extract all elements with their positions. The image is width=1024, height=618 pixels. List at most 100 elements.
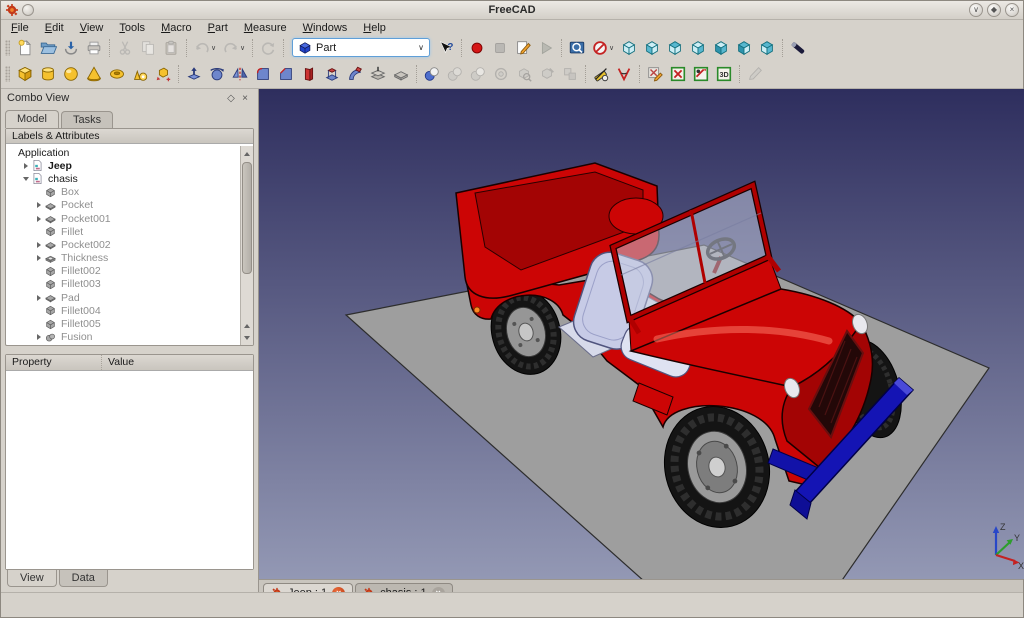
menu-part[interactable]: Part	[208, 22, 228, 34]
expander-closed-icon[interactable]	[21, 163, 31, 169]
workbench-selector[interactable]: Part∨	[292, 38, 430, 57]
toolbar-separator	[461, 39, 462, 57]
tree-item-chasis[interactable]: chasis	[8, 172, 240, 185]
minimize-button[interactable]: ∨	[969, 3, 983, 17]
menu-macro[interactable]: Macro	[161, 22, 192, 34]
loft-button[interactable]	[321, 64, 343, 85]
mirror-button[interactable]	[229, 64, 251, 85]
measure-toggle-3d-button[interactable]: 3D	[713, 64, 735, 85]
measure-refresh-button[interactable]	[644, 64, 666, 85]
chevron-down-icon[interactable]: ∨	[609, 44, 617, 52]
tree-item-label: Pocket002	[61, 239, 111, 251]
macro-record-icon	[468, 39, 486, 57]
part-torus-button[interactable]	[106, 64, 128, 85]
view-axonometric-button[interactable]	[618, 37, 640, 58]
expander-closed-icon[interactable]	[34, 295, 44, 301]
tree-item-application[interactable]: Application	[8, 146, 240, 159]
measure-toggle-all-button[interactable]	[690, 64, 712, 85]
fillet-button[interactable]	[252, 64, 274, 85]
tree-item-fusion[interactable]: Fusion	[8, 331, 240, 344]
scroll-up2-icon[interactable]	[241, 320, 253, 332]
tree-item-fillet002[interactable]: Fillet002	[8, 265, 240, 278]
sweep-button[interactable]	[344, 64, 366, 85]
expander-open-icon[interactable]	[21, 177, 31, 181]
part-cylinder-button[interactable]	[37, 64, 59, 85]
expander-closed-icon[interactable]	[34, 242, 44, 248]
menu-windows[interactable]: Windows	[303, 22, 348, 34]
extrude-button[interactable]	[183, 64, 205, 85]
macro-edit-button[interactable]	[512, 37, 534, 58]
view-rear-button[interactable]	[710, 37, 732, 58]
expander-closed-icon[interactable]	[34, 216, 44, 222]
tree-item-pad[interactable]: Pad	[8, 291, 240, 304]
tree-item-thickness[interactable]: Thickness	[8, 252, 240, 265]
tree-item-box[interactable]: Box	[8, 186, 240, 199]
open-folder-button[interactable]	[37, 37, 59, 58]
tab-tasks[interactable]: Tasks	[61, 111, 113, 128]
scroll-up-icon[interactable]	[241, 148, 253, 160]
new-document-button[interactable]	[14, 37, 36, 58]
panel-close-button[interactable]: ×	[238, 93, 252, 104]
3d-viewport[interactable]: Z Y X	[259, 89, 1023, 579]
marker-button[interactable]	[787, 37, 809, 58]
menu-view[interactable]: View	[80, 22, 104, 34]
print-button[interactable]	[83, 37, 105, 58]
menu-edit[interactable]: Edit	[45, 22, 64, 34]
view-fit-button[interactable]	[566, 37, 588, 58]
app-menu-button[interactable]	[22, 4, 34, 16]
value-column-header[interactable]: Value	[102, 355, 140, 370]
part-primitives-button[interactable]	[129, 64, 151, 85]
measure-clear-all-button[interactable]	[667, 64, 689, 85]
tree-item-jeep[interactable]: Jeep	[8, 159, 240, 172]
tab-model[interactable]: Model	[5, 110, 59, 128]
panel-splitter[interactable]	[1, 346, 258, 354]
view-left-button[interactable]	[756, 37, 778, 58]
close-button[interactable]: ×	[1005, 3, 1019, 17]
expander-closed-icon[interactable]	[34, 202, 44, 208]
menu-measure[interactable]: Measure	[244, 22, 287, 34]
tab-view[interactable]: View	[7, 570, 57, 587]
draw-style-button[interactable]	[589, 37, 611, 58]
whatsthis-button[interactable]: ?	[435, 37, 457, 58]
tree-item-fillet005[interactable]: Fillet005	[8, 317, 240, 330]
panel-float-button[interactable]: ◇	[224, 93, 238, 104]
view-top-button[interactable]	[664, 37, 686, 58]
tree-scrollbar[interactable]	[240, 146, 253, 345]
scroll-thumb[interactable]	[242, 162, 252, 274]
part-box-button[interactable]	[14, 64, 36, 85]
expander-closed-icon[interactable]	[34, 334, 44, 340]
boolean-union-button[interactable]	[421, 64, 443, 85]
menu-file[interactable]: File	[11, 22, 29, 34]
expander-closed-icon[interactable]	[34, 255, 44, 261]
tree-item-fillet003[interactable]: Fillet003	[8, 278, 240, 291]
section-button[interactable]	[367, 64, 389, 85]
scroll-down-icon[interactable]	[241, 332, 253, 344]
macro-record-button[interactable]	[466, 37, 488, 58]
toolbar-grip[interactable]	[5, 40, 10, 56]
view-axonometric-icon	[620, 39, 638, 57]
tree-item-pocket001[interactable]: Pocket001	[8, 212, 240, 225]
shape-builder-button[interactable]	[152, 64, 174, 85]
menu-help[interactable]: Help	[363, 22, 386, 34]
tree-item-fillet004[interactable]: Fillet004	[8, 304, 240, 317]
chamfer-button[interactable]	[275, 64, 297, 85]
property-column-header[interactable]: Property	[6, 355, 102, 370]
menu-tools[interactable]: Tools	[119, 22, 145, 34]
measure-linear-button[interactable]	[590, 64, 612, 85]
maximize-button[interactable]: ◆	[987, 3, 1001, 17]
tab-data[interactable]: Data	[59, 570, 108, 587]
part-cone-button[interactable]	[83, 64, 105, 85]
revolve-button[interactable]	[206, 64, 228, 85]
view-front-button[interactable]	[641, 37, 663, 58]
save-button[interactable]	[60, 37, 82, 58]
measure-angular-button[interactable]	[613, 64, 635, 85]
ruled-surface-button[interactable]	[298, 64, 320, 85]
tree-item-pocket[interactable]: Pocket	[8, 199, 240, 212]
part-sphere-button[interactable]	[60, 64, 82, 85]
cross-sections-button[interactable]	[390, 64, 412, 85]
toolbar-grip[interactable]	[5, 66, 10, 82]
view-bottom-button[interactable]	[733, 37, 755, 58]
tree-item-pocket002[interactable]: Pocket002	[8, 238, 240, 251]
view-right-button[interactable]	[687, 37, 709, 58]
tree-item-fillet[interactable]: Fillet	[8, 225, 240, 238]
